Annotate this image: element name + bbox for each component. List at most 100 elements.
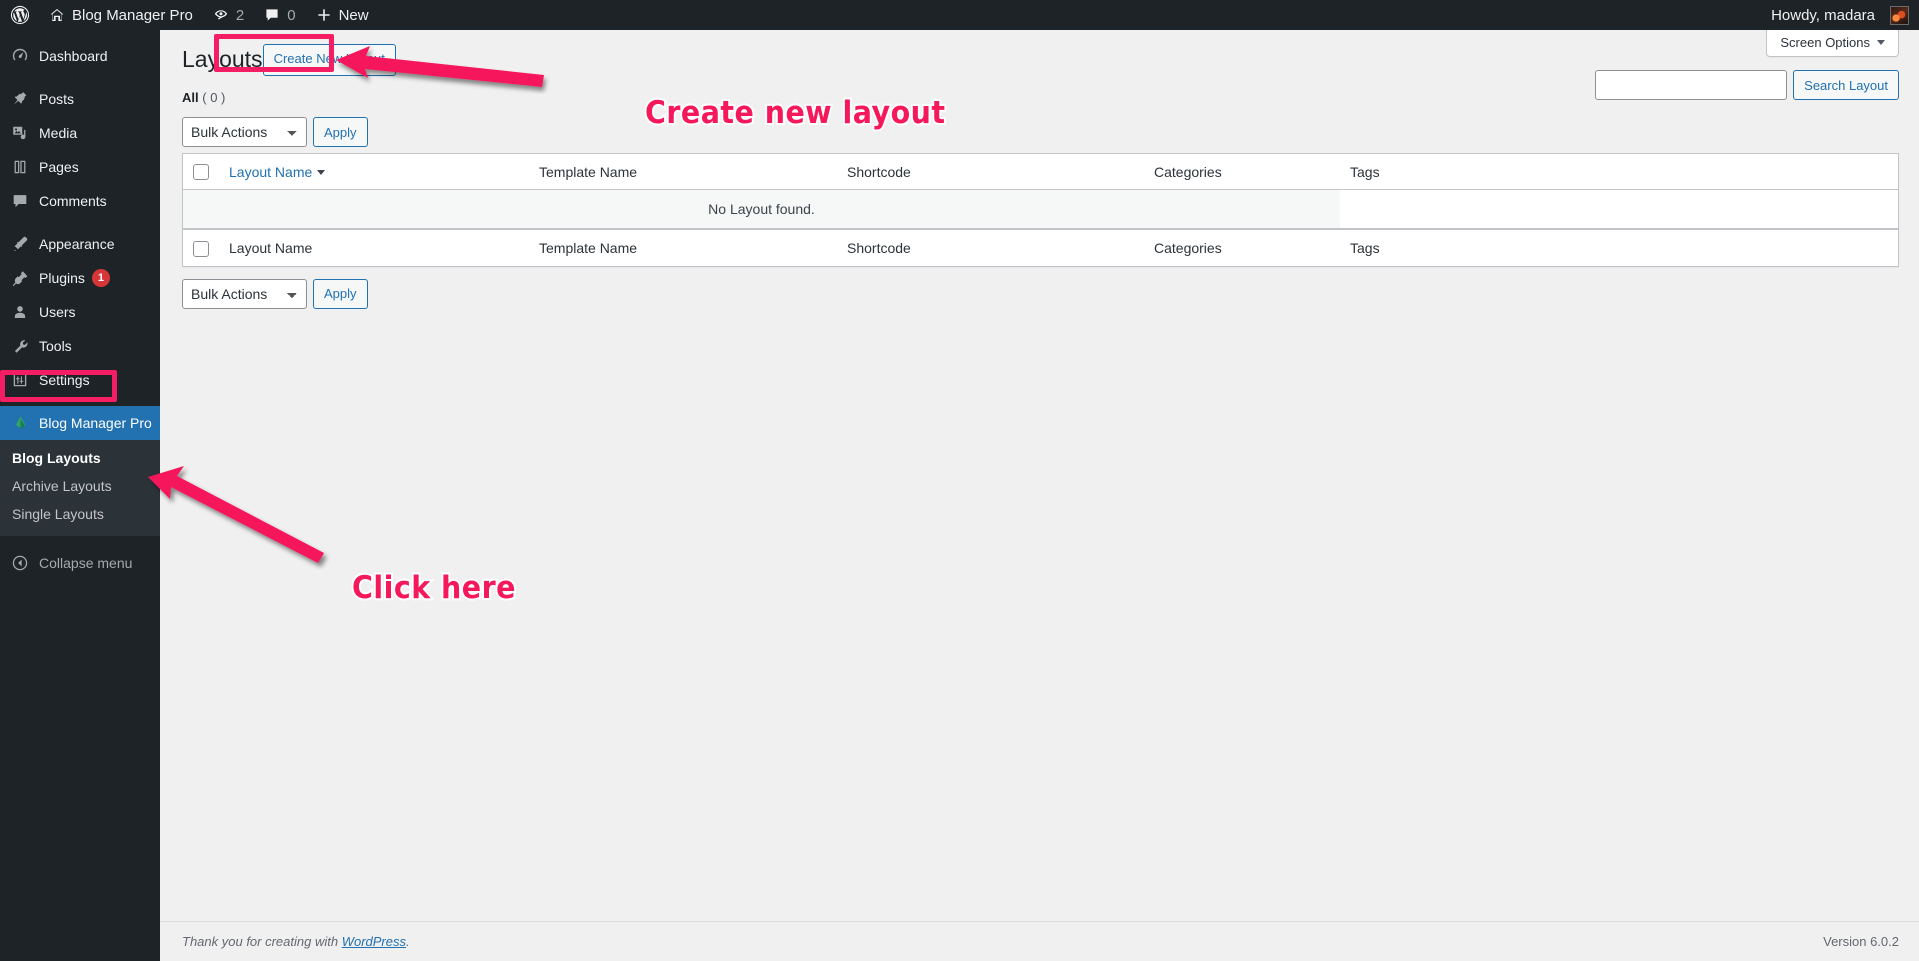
footer-version: Version 6.0.2 [1823, 934, 1899, 949]
table-head: Layout Name Template Name Shortcode Cate… [183, 154, 1898, 191]
sidebar-item-label: Users [39, 304, 76, 320]
select-all-header [183, 154, 219, 191]
sidebar-item-blog-layouts[interactable]: Blog Layouts [0, 444, 160, 472]
sidebar-item-single-layouts[interactable]: Single Layouts [0, 500, 160, 528]
admin-footer: Thank you for creating with WordPress. V… [160, 921, 1919, 961]
blog-manager-submenu: Blog Layouts Archive Layouts Single Layo… [0, 440, 160, 536]
sidebar-item-label: Appearance [39, 236, 115, 252]
collapse-menu-button[interactable]: Collapse menu [0, 546, 160, 580]
table-footer-row: Layout Name Template Name Shortcode Cate… [183, 229, 1898, 265]
filter-all-label: All [182, 90, 199, 105]
footer-thanks: Thank you for creating with WordPress. [182, 934, 410, 949]
sidebar-item-users[interactable]: Users [0, 295, 160, 329]
updates-button[interactable]: 2 [203, 0, 254, 30]
sidebar-item-label: Pages [39, 159, 79, 175]
plus-icon [316, 7, 332, 23]
updates-icon [213, 7, 229, 23]
bulk-actions-select-bottom[interactable]: Bulk Actions [182, 278, 307, 309]
media-icon [10, 123, 30, 143]
blog-manager-icon [10, 413, 30, 433]
search-input[interactable] [1595, 70, 1788, 100]
wordpress-link[interactable]: WordPress [342, 934, 406, 949]
footer-column-categories: Categories [1144, 229, 1340, 265]
tablenav-bottom: Bulk Actions Apply [182, 278, 1899, 310]
user-icon [10, 302, 30, 322]
plugins-update-badge: 1 [91, 269, 110, 287]
new-content-button[interactable]: New [306, 0, 379, 30]
plug-icon [10, 268, 30, 288]
footer-column-template-name: Template Name [529, 229, 837, 265]
home-icon [49, 7, 65, 23]
page-wrap: Layouts Create New Layout All ( 0 ) Sear… [160, 30, 1919, 310]
wordpress-logo-button[interactable] [0, 0, 39, 30]
sidebar-item-media[interactable]: Media [0, 116, 160, 150]
column-header-shortcode: Shortcode [837, 154, 1144, 191]
menu-spacer-top [0, 30, 160, 39]
page-icon [10, 157, 30, 177]
table-foot: Layout Name Template Name Shortcode Cate… [183, 229, 1898, 265]
comments-button[interactable]: 0 [254, 0, 305, 30]
sidebar-item-blog-manager-pro[interactable]: Blog Manager Pro [0, 406, 168, 440]
sidebar-item-pages[interactable]: Pages [0, 150, 160, 184]
sidebar-item-posts[interactable]: Posts [0, 82, 160, 116]
column-header-template-name: Template Name [529, 154, 837, 191]
create-new-layout-button[interactable]: Create New Layout [262, 44, 396, 76]
sliders-icon [10, 370, 30, 390]
bulk-actions-select-top[interactable]: Bulk Actions [182, 117, 307, 147]
admin-bar-right: Howdy, madara [1761, 0, 1919, 30]
comment-bubble-icon [264, 7, 280, 23]
checkbox-unchecked-icon[interactable] [193, 164, 209, 181]
search-layout-button[interactable]: Search Layout [1793, 70, 1899, 100]
sort-desc-icon [317, 170, 326, 176]
admin-bar: Blog Manager Pro 2 0 New Howdy, madara [0, 0, 1919, 30]
collapse-arrow-icon [10, 553, 30, 573]
sidebar-item-label: Settings [39, 372, 90, 388]
apply-button-bottom[interactable]: Apply [313, 278, 368, 309]
sidebar-item-label: Plugins [39, 270, 85, 286]
column-header-categories: Categories [1144, 154, 1340, 191]
paintbrush-icon [10, 234, 30, 254]
sidebar-item-appearance[interactable]: Appearance [0, 227, 160, 261]
sidebar-item-label: Dashboard [39, 48, 108, 64]
main-content: Screen Options Layouts Create New Layout… [160, 30, 1919, 961]
sidebar-item-dashboard[interactable]: Dashboard [0, 39, 160, 73]
new-content-label: New [338, 6, 369, 24]
footer-column-shortcode: Shortcode [837, 229, 1144, 265]
no-items-message: No Layout found. [183, 190, 1340, 230]
wordpress-logo-icon [10, 5, 30, 25]
filter-all-count: ( 0 ) [202, 90, 226, 105]
menu-spacer-1 [0, 73, 160, 82]
collapse-menu-label: Collapse menu [39, 555, 133, 571]
sidebar-item-tools[interactable]: Tools [0, 329, 160, 363]
sidebar-item-archive-layouts[interactable]: Archive Layouts [0, 472, 160, 500]
updates-count: 2 [235, 6, 245, 24]
page-title: Layouts [182, 46, 263, 73]
menu-spacer-2 [0, 218, 160, 227]
sidebar-item-label: Tools [39, 338, 72, 354]
search-box: Search Layout [1595, 70, 1899, 100]
table-body: No Layout found. [183, 190, 1898, 230]
sidebar-item-label: Posts [39, 91, 75, 107]
layouts-table: Layout Name Template Name Shortcode Cate… [182, 153, 1899, 267]
blank-tags-cell [1340, 190, 1898, 230]
sidebar-item-label: Blog Manager Pro [39, 415, 152, 431]
sidebar-item-settings[interactable]: Settings [0, 363, 160, 397]
footer-column-layout-name: Layout Name [219, 229, 529, 265]
checkbox-unchecked-icon[interactable] [193, 240, 209, 257]
select-all-footer-header [183, 229, 219, 265]
my-account-button[interactable]: Howdy, madara [1761, 0, 1919, 30]
avatar [1890, 5, 1909, 25]
tablenav-top: Bulk Actions Apply [182, 116, 1899, 148]
apply-button-top[interactable]: Apply [313, 117, 368, 147]
footer-thanks-prefix: Thank you for creating with [182, 934, 342, 949]
dashboard-icon [10, 46, 30, 66]
admin-sidebar-menu: Dashboard Posts Media Pages Comments App… [0, 30, 168, 961]
wrench-icon [10, 336, 30, 356]
footer-column-tags: Tags [1340, 229, 1898, 265]
table-header-row: Layout Name Template Name Shortcode Cate… [183, 154, 1898, 191]
column-header-layout-name[interactable]: Layout Name [219, 154, 529, 191]
sidebar-item-plugins[interactable]: Plugins 1 [0, 261, 160, 295]
site-name-button[interactable]: Blog Manager Pro [39, 0, 203, 30]
sidebar-item-comments[interactable]: Comments [0, 184, 160, 218]
sort-layout-name-link[interactable]: Layout Name [229, 164, 312, 180]
